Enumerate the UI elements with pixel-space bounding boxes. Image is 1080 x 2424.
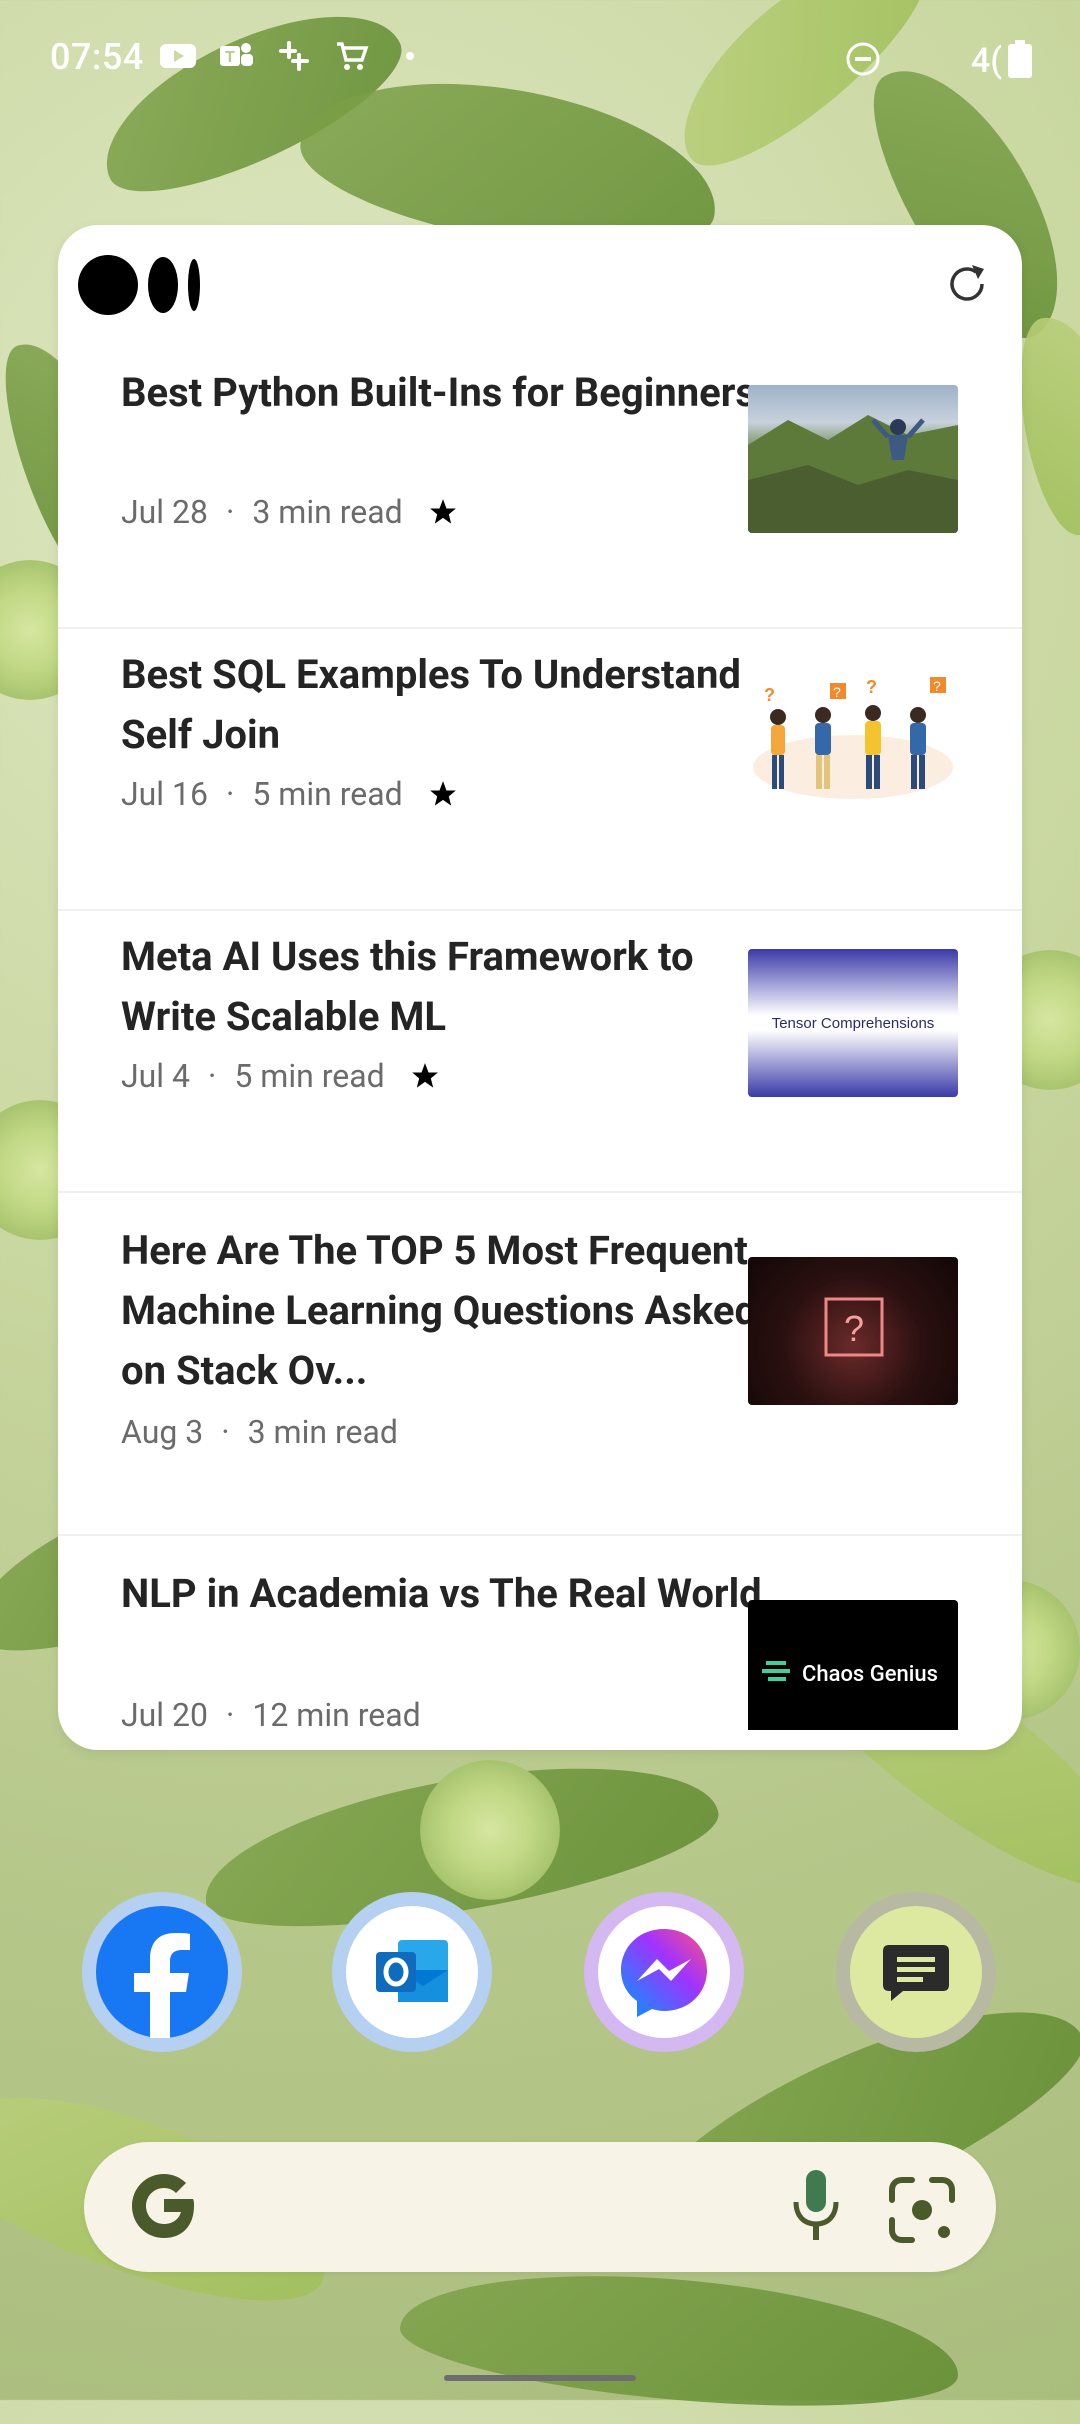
star-icon xyxy=(411,1063,438,1088)
app-dock xyxy=(0,1892,1080,2052)
dot-icon xyxy=(392,40,428,72)
messenger-app-icon[interactable] xyxy=(584,1892,744,2052)
medium-logo-icon[interactable] xyxy=(78,255,218,315)
article-title[interactable]: Best SQL Examples To Understand Self Joi… xyxy=(121,645,781,765)
article-list[interactable]: Best Python Built-Ins for Beginners Jul … xyxy=(58,345,1022,1730)
article-item[interactable]: Best SQL Examples To Understand Self Joi… xyxy=(58,627,1022,911)
svg-text:?: ? xyxy=(933,678,941,694)
status-bar: 07:54 T 4( xyxy=(0,0,1080,120)
teams-icon: T xyxy=(218,40,254,72)
refresh-icon[interactable] xyxy=(942,259,992,309)
dnd-icon xyxy=(845,41,881,81)
cart-icon xyxy=(334,40,370,72)
article-title[interactable]: Here Are The TOP 5 Most Frequent Machine… xyxy=(121,1221,781,1401)
svg-text:?: ? xyxy=(764,685,775,705)
mic-icon[interactable] xyxy=(786,2166,846,2246)
svg-text:?: ? xyxy=(833,684,841,700)
outlook-app-icon[interactable] xyxy=(332,1892,492,2052)
svg-text:T: T xyxy=(225,49,235,66)
messenger-icon xyxy=(621,1929,707,2017)
meta-separator: · xyxy=(225,775,235,813)
svg-text:?: ? xyxy=(844,1308,864,1349)
article-title[interactable]: Meta AI Uses this Framework to Write Sca… xyxy=(121,927,781,1047)
gesture-nav-handle[interactable] xyxy=(444,2375,636,2381)
battery-text: 4( xyxy=(970,41,1002,81)
article-title[interactable]: NLP in Academia vs The Real World xyxy=(121,1564,781,1624)
notification-icons: T xyxy=(160,40,428,72)
star-icon xyxy=(429,499,456,524)
article-meta: Jul 16 · 5 min read xyxy=(121,775,457,813)
article-read-time: 3 min read xyxy=(247,1413,398,1451)
article-item[interactable]: Meta AI Uses this Framework to Write Sca… xyxy=(58,909,1022,1193)
facebook-icon xyxy=(134,1933,190,2038)
meta-separator: · xyxy=(225,1696,235,1730)
google-search-bar[interactable] xyxy=(84,2142,996,2272)
article-read-time: 12 min read xyxy=(252,1696,421,1730)
article-thumbnail[interactable]: ? xyxy=(748,1257,958,1405)
article-meta: Jul 28 · 3 min read xyxy=(121,493,457,531)
article-meta: Jul 4 · 5 min read xyxy=(121,1057,439,1095)
article-read-time: 5 min read xyxy=(234,1057,385,1095)
article-thumbnail[interactable]: ? ? ? ? xyxy=(748,667,958,815)
article-read-time: 5 min read xyxy=(252,775,403,813)
widget-header xyxy=(58,225,1022,345)
outlook-icon xyxy=(376,1940,448,2002)
medium-widget[interactable]: Best Python Built-Ins for Beginners Jul … xyxy=(58,225,1022,1750)
slack-icon xyxy=(276,40,312,72)
status-right: 4( xyxy=(845,40,1032,82)
article-thumbnail[interactable]: Tensor Comprehensions xyxy=(748,949,958,1097)
article-date: Jul 16 xyxy=(121,775,208,813)
facebook-app-icon[interactable] xyxy=(82,1892,242,2052)
star-icon xyxy=(429,781,456,806)
article-read-time: 3 min read xyxy=(252,493,403,531)
article-date: Jul 28 xyxy=(121,493,208,531)
meta-separator: · xyxy=(225,493,235,531)
article-thumbnail[interactable]: Chaos Genius xyxy=(748,1600,958,1730)
battery-icon xyxy=(1008,40,1032,82)
messages-icon xyxy=(883,1945,949,2001)
article-thumbnail[interactable] xyxy=(748,385,958,533)
article-item[interactable]: Best Python Built-Ins for Beginners Jul … xyxy=(58,345,1022,629)
article-meta: Aug 3 · 3 min read xyxy=(121,1413,398,1451)
messages-app-icon[interactable] xyxy=(836,1892,996,2052)
google-g-icon[interactable] xyxy=(124,2166,204,2246)
article-title[interactable]: Best Python Built-Ins for Beginners xyxy=(121,363,781,423)
thumbnail-text: Chaos Genius xyxy=(802,1661,938,1687)
youtube-icon xyxy=(160,40,196,72)
thumbnail-text: Tensor Comprehensions xyxy=(771,1014,935,1032)
article-item[interactable]: NLP in Academia vs The Real World Jul 20… xyxy=(58,1534,1022,1730)
status-time: 07:54 xyxy=(50,36,144,78)
article-date: Jul 20 xyxy=(121,1696,208,1730)
article-item[interactable]: Here Are The TOP 5 Most Frequent Machine… xyxy=(58,1191,1022,1536)
meta-separator: · xyxy=(208,1057,217,1095)
article-date: Jul 4 xyxy=(121,1057,190,1095)
lens-icon[interactable] xyxy=(888,2176,956,2244)
meta-separator: · xyxy=(221,1413,230,1451)
svg-text:?: ? xyxy=(866,677,877,697)
article-meta: Jul 20 · 12 min read xyxy=(121,1696,421,1730)
article-date: Aug 3 xyxy=(121,1413,204,1451)
